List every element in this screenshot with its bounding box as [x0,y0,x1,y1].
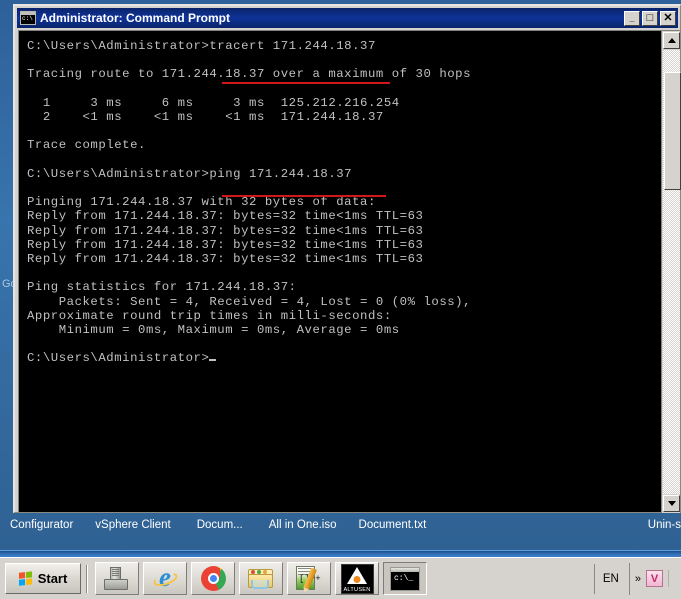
console-scrollbar[interactable] [661,31,681,513]
console-frame: C:\Users\Administrator>tracert 171.244.1… [18,30,681,513]
taskbar-item-notepadplusplus[interactable]: []++ [287,562,331,595]
chrome-icon [200,566,226,591]
window-label-all-in-one-iso[interactable]: All in One.iso [269,519,337,531]
window-label-configurator[interactable]: Configurator [10,519,73,531]
internet-explorer-icon [152,562,179,592]
windows-flag-icon [18,570,34,587]
window-controls: _ □ ✕ [624,10,678,26]
ping-command-underline [222,195,386,197]
tray-icons: » V [628,562,681,595]
antivirus-shield-icon[interactable]: V [646,570,663,587]
show-hidden-icons-chevron-icon[interactable]: » [635,573,641,585]
scrollbar-thumb[interactable] [664,72,681,190]
console-output-area[interactable]: C:\Users\Administrator>tracert 171.244.1… [19,31,660,512]
window-label-uninstall[interactable]: Unin-s [648,519,681,531]
start-label: Start [37,571,68,586]
taskbar: Start e ALTUSEN c:\_ EN » V [0,550,681,599]
maximize-button[interactable]: □ [642,10,658,26]
taskbar-divider [86,564,88,593]
tracert-command-underline [222,82,390,84]
command-prompt-icon[interactable] [20,11,36,25]
taskbar-inner: Start e ALTUSEN c:\_ EN » V [0,557,681,599]
start-button[interactable]: Start [5,563,81,594]
minimize-icon: _ [629,12,635,23]
window-title: Administrator: Command Prompt [40,11,231,25]
close-button[interactable]: ✕ [660,10,676,26]
taskbar-item-altusen[interactable]: ALTUSEN [335,562,379,595]
maximize-icon: □ [646,11,654,24]
command-prompt-window: Administrator: Command Prompt _ □ ✕ C:\U… [13,4,681,513]
screen: Go Administrator: Command Prompt _ □ ✕ C… [0,0,681,599]
window-label-strip: Configurator vSphere Client Docum... All… [0,513,681,537]
window-label-document[interactable]: Docum... [197,519,243,531]
language-indicator[interactable]: EN [593,563,627,594]
taskbar-item-command-prompt[interactable] [383,562,427,595]
file-explorer-icon [247,567,275,591]
scroll-up-arrow-icon[interactable] [663,32,680,49]
window-label-document-txt[interactable]: Document.txt [359,519,427,531]
quick-launch-bar: []++ ALTUSEN [95,562,427,595]
taskbar-item-server-manager[interactable] [95,562,139,595]
taskbar-item-chrome[interactable] [191,562,235,595]
console-cursor [209,359,217,362]
taskbar-item-file-explorer[interactable] [239,562,283,595]
scrollbar-track[interactable] [663,50,681,494]
altusen-label: ALTUSEN [343,586,371,593]
system-tray: EN » V [593,558,681,599]
server-manager-icon [104,566,130,591]
tray-edge-divider [668,570,677,587]
minimize-button[interactable]: _ [624,10,640,26]
notepadplusplus-icon: []++ [296,566,322,591]
taskbar-item-internet-explorer[interactable] [143,562,187,595]
window-label-vsphere-client[interactable]: vSphere Client [95,519,170,531]
scroll-down-arrow-icon[interactable] [663,495,680,512]
close-icon: ✕ [663,11,673,24]
command-prompt-taskbar-icon [390,566,420,591]
window-titlebar[interactable]: Administrator: Command Prompt _ □ ✕ [17,8,678,28]
console-text: C:\Users\Administrator>tracert 171.244.1… [27,39,472,366]
altusen-icon: ALTUSEN [340,563,374,594]
